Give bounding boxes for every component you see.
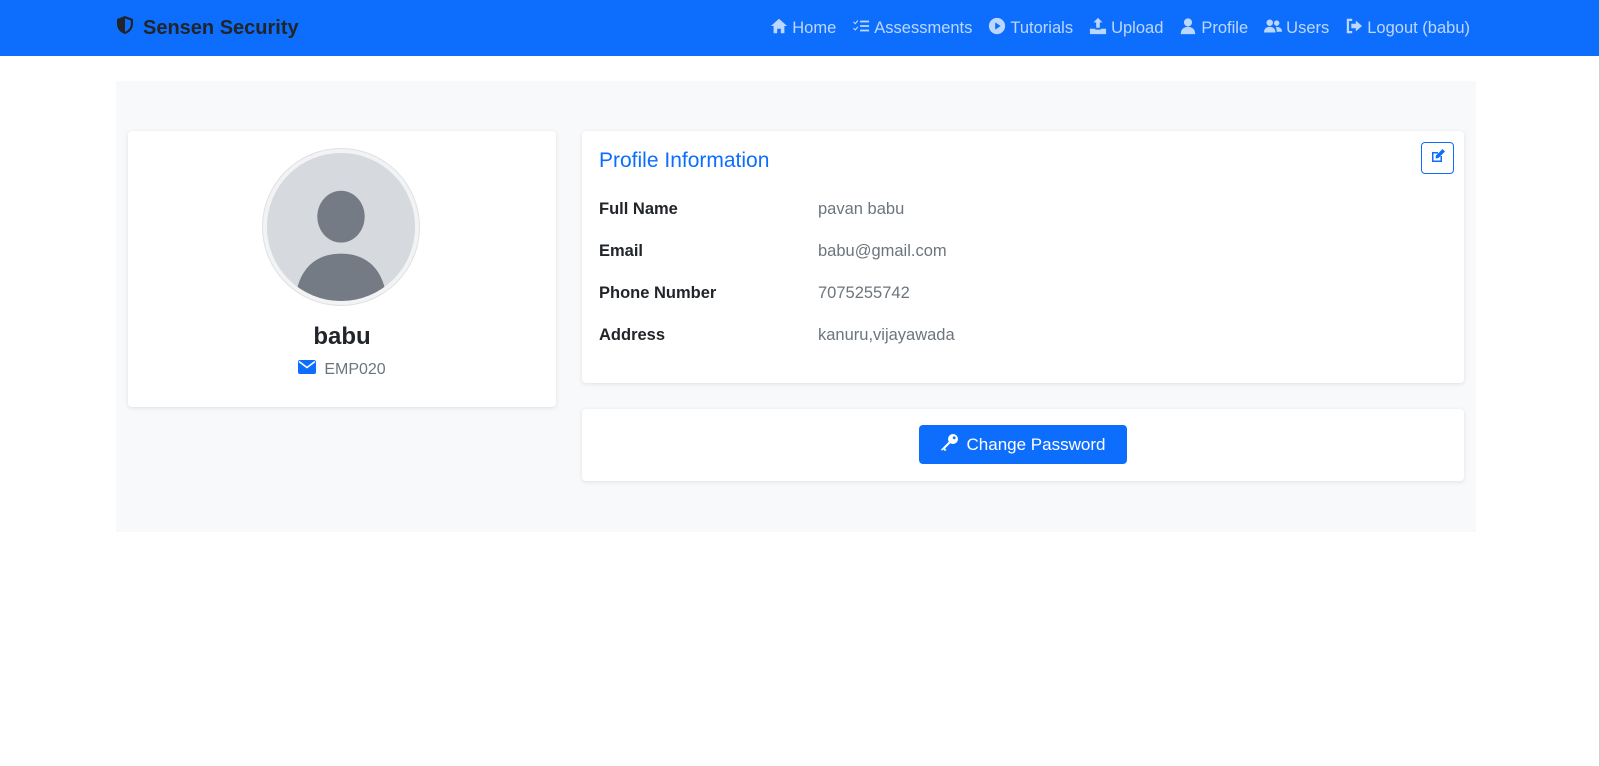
nav-profile-label: Profile <box>1201 18 1249 37</box>
profile-username: babu <box>313 323 371 350</box>
nav-users-label: Users <box>1286 18 1330 37</box>
nav-assessments-label: Assessments <box>874 18 973 37</box>
user-icon <box>1179 17 1197 40</box>
address-label: Address <box>599 325 666 344</box>
envelope-icon <box>298 360 317 379</box>
avatar <box>263 149 419 305</box>
avatar-placeholder-icon <box>267 153 415 301</box>
info-row-full-name: Full Name pavan babu <box>599 197 1449 221</box>
nav-profile[interactable]: Profile <box>1179 17 1248 40</box>
home-icon <box>770 17 788 40</box>
full-name-label: Full Name <box>599 199 678 218</box>
info-row-phone: Phone Number 7075255742 <box>599 281 1449 305</box>
nav-home-label: Home <box>792 18 837 37</box>
profile-information-title: Profile Information <box>599 149 770 172</box>
email-label: Email <box>599 241 644 260</box>
profile-information-card: Profile Information Full Name pavan babu… <box>582 131 1464 383</box>
phone-value: 7075255742 <box>818 283 910 302</box>
nav-tutorials-label: Tutorials <box>1010 18 1074 37</box>
nav-upload[interactable]: Upload <box>1089 17 1163 40</box>
brand-logo[interactable]: Sensen Security <box>115 14 299 42</box>
address-value: kanuru,vijayawada <box>818 325 955 344</box>
shield-icon <box>115 15 135 41</box>
phone-label: Phone Number <box>599 283 717 302</box>
employee-id-value: EMP020 <box>324 360 386 378</box>
info-row-email: Email babu@gmail.com <box>599 239 1449 263</box>
users-icon <box>1264 17 1283 40</box>
nav-assessments[interactable]: Assessments <box>852 17 972 40</box>
nav-tutorials[interactable]: Tutorials <box>988 17 1073 40</box>
info-row-address: Address kanuru,vijayawada <box>599 323 1449 347</box>
change-password-card: Change Password <box>582 409 1464 481</box>
nav-upload-label: Upload <box>1111 18 1164 37</box>
employee-id: EMP020 <box>128 360 556 379</box>
logout-icon <box>1345 17 1363 40</box>
full-name-value: pavan babu <box>818 199 905 218</box>
edit-icon <box>1430 148 1446 169</box>
profile-summary-card: babu EMP020 <box>128 131 556 407</box>
change-password-label: Change Password <box>966 434 1106 454</box>
play-circle-icon <box>988 17 1006 40</box>
nav-users[interactable]: Users <box>1264 17 1329 40</box>
nav-logout-label: Logout (babu) <box>1367 18 1470 37</box>
nav-logout[interactable]: Logout (babu) <box>1345 17 1470 40</box>
change-password-button[interactable]: Change Password <box>919 425 1127 464</box>
brand-name: Sensen Security <box>143 16 299 39</box>
nav-home[interactable]: Home <box>770 17 836 40</box>
email-value: babu@gmail.com <box>818 241 947 260</box>
top-navbar: Sensen Security Home Assessments Tutoria… <box>0 0 1600 56</box>
nav-links: Home Assessments Tutorials Upload Profil… <box>770 0 1470 56</box>
key-icon <box>940 433 959 456</box>
edit-profile-button[interactable] <box>1421 142 1454 174</box>
upload-icon <box>1089 17 1107 40</box>
checklist-icon <box>852 17 870 40</box>
profile-container: babu EMP020 Profile Information Full Nam… <box>116 81 1476 532</box>
